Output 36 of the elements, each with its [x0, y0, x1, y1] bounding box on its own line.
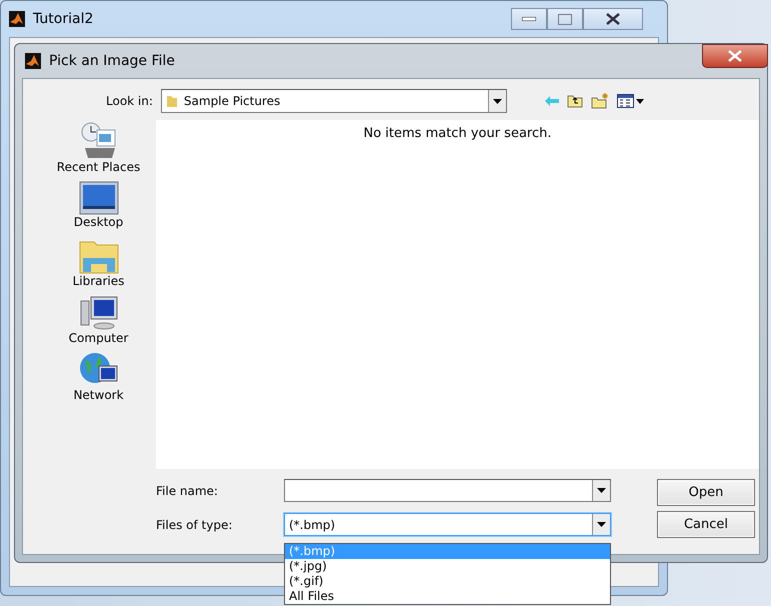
look-in-label: Look in:: [106, 94, 153, 108]
folder-icon: [166, 94, 178, 108]
close-button[interactable]: [583, 8, 643, 30]
clock-documents-icon: [78, 122, 118, 160]
file-name-label: File name:: [156, 484, 219, 498]
monitor-screen-icon: [78, 181, 118, 215]
dropdown-arrow-icon: [597, 488, 606, 493]
dropdown-arrow-icon: [597, 522, 606, 527]
cancel-button[interactable]: Cancel: [657, 511, 755, 538]
close-button[interactable]: [702, 44, 768, 68]
place-item[interactable]: Libraries: [48, 236, 148, 288]
matlab-logo-icon: [25, 53, 41, 69]
file-name-field[interactable]: [284, 479, 611, 502]
place-item[interactable]: Network: [48, 352, 148, 402]
dropdown-arrow-icon: [492, 98, 502, 104]
look-in-dropdown[interactable]: Sample Pictures: [160, 89, 507, 113]
dialog-title: Pick an Image File: [49, 53, 175, 69]
minimize-button[interactable]: [511, 8, 547, 30]
maximize-button[interactable]: [547, 8, 583, 30]
minimize-icon: [522, 17, 536, 21]
computer-icon: [78, 295, 118, 331]
file-type-label: Files of type:: [156, 518, 234, 532]
maximize-icon: [558, 14, 572, 24]
place-item[interactable]: Recent Places: [48, 122, 148, 174]
view-menu-icon[interactable]: [616, 94, 645, 108]
place-item[interactable]: Desktop: [48, 181, 148, 229]
close-icon: [728, 50, 742, 62]
matlab-logo-icon: [9, 11, 25, 27]
place-item[interactable]: Computer: [48, 295, 148, 345]
up-folder-icon[interactable]: [566, 94, 583, 108]
open-button[interactable]: Open: [657, 479, 755, 506]
close-icon: [606, 13, 620, 25]
new-folder-icon[interactable]: [590, 93, 609, 109]
file-type-dropdown[interactable]: (*.bmp): [284, 513, 611, 536]
window-title: Tutorial2: [33, 11, 94, 27]
empty-message: No items match your search.: [363, 126, 552, 142]
